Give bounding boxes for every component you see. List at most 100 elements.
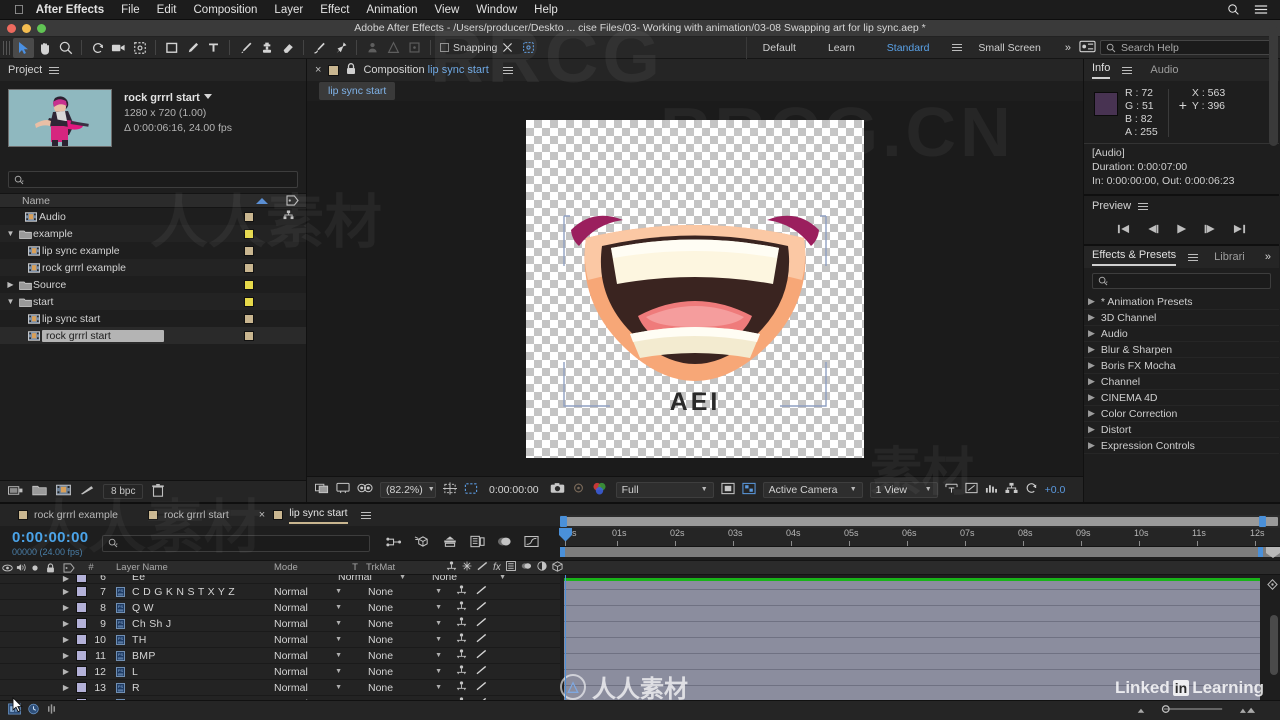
menu-app-name[interactable]: After Effects <box>36 4 104 16</box>
label-swatch[interactable] <box>244 211 254 222</box>
play-icon[interactable] <box>1175 223 1188 238</box>
effects-category[interactable]: ▶ Expression Controls <box>1084 438 1279 454</box>
track-bar[interactable] <box>564 638 1260 654</box>
table-row[interactable]: ▶ 8 PS Q W Normal ▼ None ▼ <box>0 600 560 616</box>
expand-arrow-down-icon[interactable]: ▼ <box>4 297 17 306</box>
close-tab-icon[interactable]: × <box>315 64 321 76</box>
label-swatch[interactable] <box>244 228 254 239</box>
sort-ascending-icon[interactable] <box>256 197 268 204</box>
info-panel-menu-icon[interactable] <box>1122 65 1133 76</box>
pick-whip-icon[interactable] <box>476 649 487 662</box>
layer-track-matte[interactable]: None▼ <box>432 575 514 583</box>
layer-name[interactable]: Q W <box>128 602 274 614</box>
menu-effect[interactable]: Effect <box>320 4 349 16</box>
mode-column-header[interactable]: Mode <box>270 560 346 575</box>
expand-arrow[interactable]: ▶ <box>58 683 74 692</box>
solo-icon[interactable] <box>28 560 42 575</box>
effects-category[interactable]: ▶ Boris FX Mocha <box>1084 358 1279 374</box>
roto-brush-tool[interactable] <box>309 38 330 58</box>
project-search-input[interactable] <box>8 171 298 188</box>
eye-icon[interactable] <box>0 560 14 575</box>
expand-arrow[interactable]: ▶ <box>58 699 74 700</box>
next-frame-icon[interactable] <box>1204 223 1217 238</box>
zoom-tool[interactable] <box>55 38 76 58</box>
list-item[interactable]: lip sync example <box>0 242 306 259</box>
layer-name[interactable]: BMP <box>128 650 274 662</box>
face-tracker-icon[interactable] <box>362 38 383 58</box>
expand-arrow[interactable]: ▶ <box>58 667 74 676</box>
layer-name[interactable]: L <box>128 666 274 678</box>
channel-icon[interactable] <box>592 482 607 498</box>
parent-icon[interactable] <box>446 561 457 574</box>
trkmat-column-header[interactable]: TrkMat <box>364 560 430 575</box>
parent-icon[interactable] <box>456 633 467 646</box>
timeline-link-icon[interactable] <box>965 482 978 497</box>
zoom-level-select[interactable]: (82.2%) ▼ <box>380 481 436 498</box>
effects-overflow-icon[interactable]: » <box>1265 251 1271 263</box>
collapse-col-icon[interactable] <box>521 561 532 574</box>
label-icon[interactable] <box>58 560 80 575</box>
previous-frame-icon[interactable] <box>1146 223 1159 238</box>
zoom-in-icon[interactable] <box>1238 705 1256 717</box>
layer-label-swatch[interactable] <box>74 586 88 597</box>
spotlight-search-icon[interactable] <box>1227 3 1240 16</box>
layer-blend-mode[interactable]: Normal▼ <box>338 575 414 583</box>
menu-view[interactable]: View <box>435 4 460 16</box>
pick-whip-icon[interactable] <box>476 633 487 646</box>
pick-whip-icon[interactable] <box>476 665 487 678</box>
search-help-input[interactable]: Search Help <box>1100 40 1275 55</box>
composition-mini-flowchart-icon[interactable] <box>386 536 402 551</box>
layer-blend-mode[interactable]: Normal▼ <box>274 586 350 598</box>
layer-name[interactable]: Ch Sh J <box>128 618 274 630</box>
parent-icon[interactable] <box>456 585 467 598</box>
table-row[interactable]: ▶ 10 PS TH Normal ▼ None ▼ <box>0 632 560 648</box>
timeline-tab-lip-sync-start[interactable]: × lip sync start <box>259 507 385 524</box>
expand-arrow[interactable]: ▶ <box>58 575 74 583</box>
delete-icon[interactable] <box>152 483 165 500</box>
number-column-header[interactable]: # <box>80 560 102 575</box>
bit-depth-button[interactable]: 8 bpc <box>103 484 144 499</box>
menu-layer[interactable]: Layer <box>274 4 303 16</box>
lock-icon[interactable] <box>42 560 58 575</box>
align-snapping-icon[interactable] <box>518 38 539 58</box>
pan-behind-tool[interactable] <box>129 38 150 58</box>
table-row[interactable]: ▶ 7 PS C D G K N S T X Y Z Normal ▼ None ▼ <box>0 584 560 600</box>
work-area-bar[interactable] <box>562 517 1278 526</box>
frame-render-time-icon[interactable] <box>27 703 40 718</box>
zoom-slider[interactable] <box>1158 704 1228 717</box>
graph-editor-icon[interactable] <box>524 535 539 551</box>
snapping-toggle[interactable]: Snapping <box>440 42 497 54</box>
shape-tool[interactable] <box>161 38 182 58</box>
interpret-footage-icon[interactable] <box>8 484 23 499</box>
label-swatch[interactable] <box>244 279 254 290</box>
tab-audio[interactable]: Audio <box>1150 64 1178 76</box>
table-row[interactable]: ▶ 12 PS L Normal ▼ None ▼ <box>0 664 560 680</box>
track-bar[interactable] <box>564 590 1260 606</box>
list-item-selected[interactable]: rock grrrl start <box>0 327 306 344</box>
snapping-checkbox[interactable] <box>440 43 449 52</box>
table-row[interactable]: ▶ 13 PS R Normal ▼ None ▼ <box>0 680 560 696</box>
list-item[interactable]: Audio <box>0 208 306 225</box>
close-tab-icon[interactable]: × <box>259 509 265 521</box>
timeline-tab-rock-grrrl-start[interactable]: rock grrrl start <box>148 509 243 521</box>
label-swatch[interactable] <box>244 330 254 341</box>
timeline-vertical-scrollbar[interactable] <box>1270 615 1278 675</box>
effects-category[interactable]: ▶ Distort <box>1084 422 1279 438</box>
project-panel-menu-icon[interactable] <box>49 65 60 76</box>
first-frame-icon[interactable] <box>1117 223 1130 238</box>
current-time-indicator[interactable] <box>565 575 566 700</box>
hide-shy-layers-icon[interactable] <box>442 535 458 551</box>
parent-icon[interactable] <box>456 649 467 662</box>
track-bar[interactable] <box>564 606 1260 622</box>
timeline-panel-menu-icon[interactable] <box>360 510 371 521</box>
reset-exposure-icon[interactable] <box>1025 482 1038 497</box>
type-tool[interactable] <box>203 38 224 58</box>
layer-track-matte[interactable]: None▼ <box>368 698 450 701</box>
label-swatch[interactable] <box>244 313 254 324</box>
project-column-name[interactable]: Name <box>0 195 256 207</box>
t-column-header[interactable]: T <box>346 560 364 575</box>
list-item[interactable]: ▼ start <box>0 293 306 310</box>
tab-libraries[interactable]: Librari <box>1214 251 1245 263</box>
time-ruler[interactable]: 0s 01s 02s 03s 04s 05s 06s 07s 08s 09s 1… <box>559 528 1280 547</box>
workspace-small-screen[interactable]: Small Screen <box>962 42 1056 54</box>
